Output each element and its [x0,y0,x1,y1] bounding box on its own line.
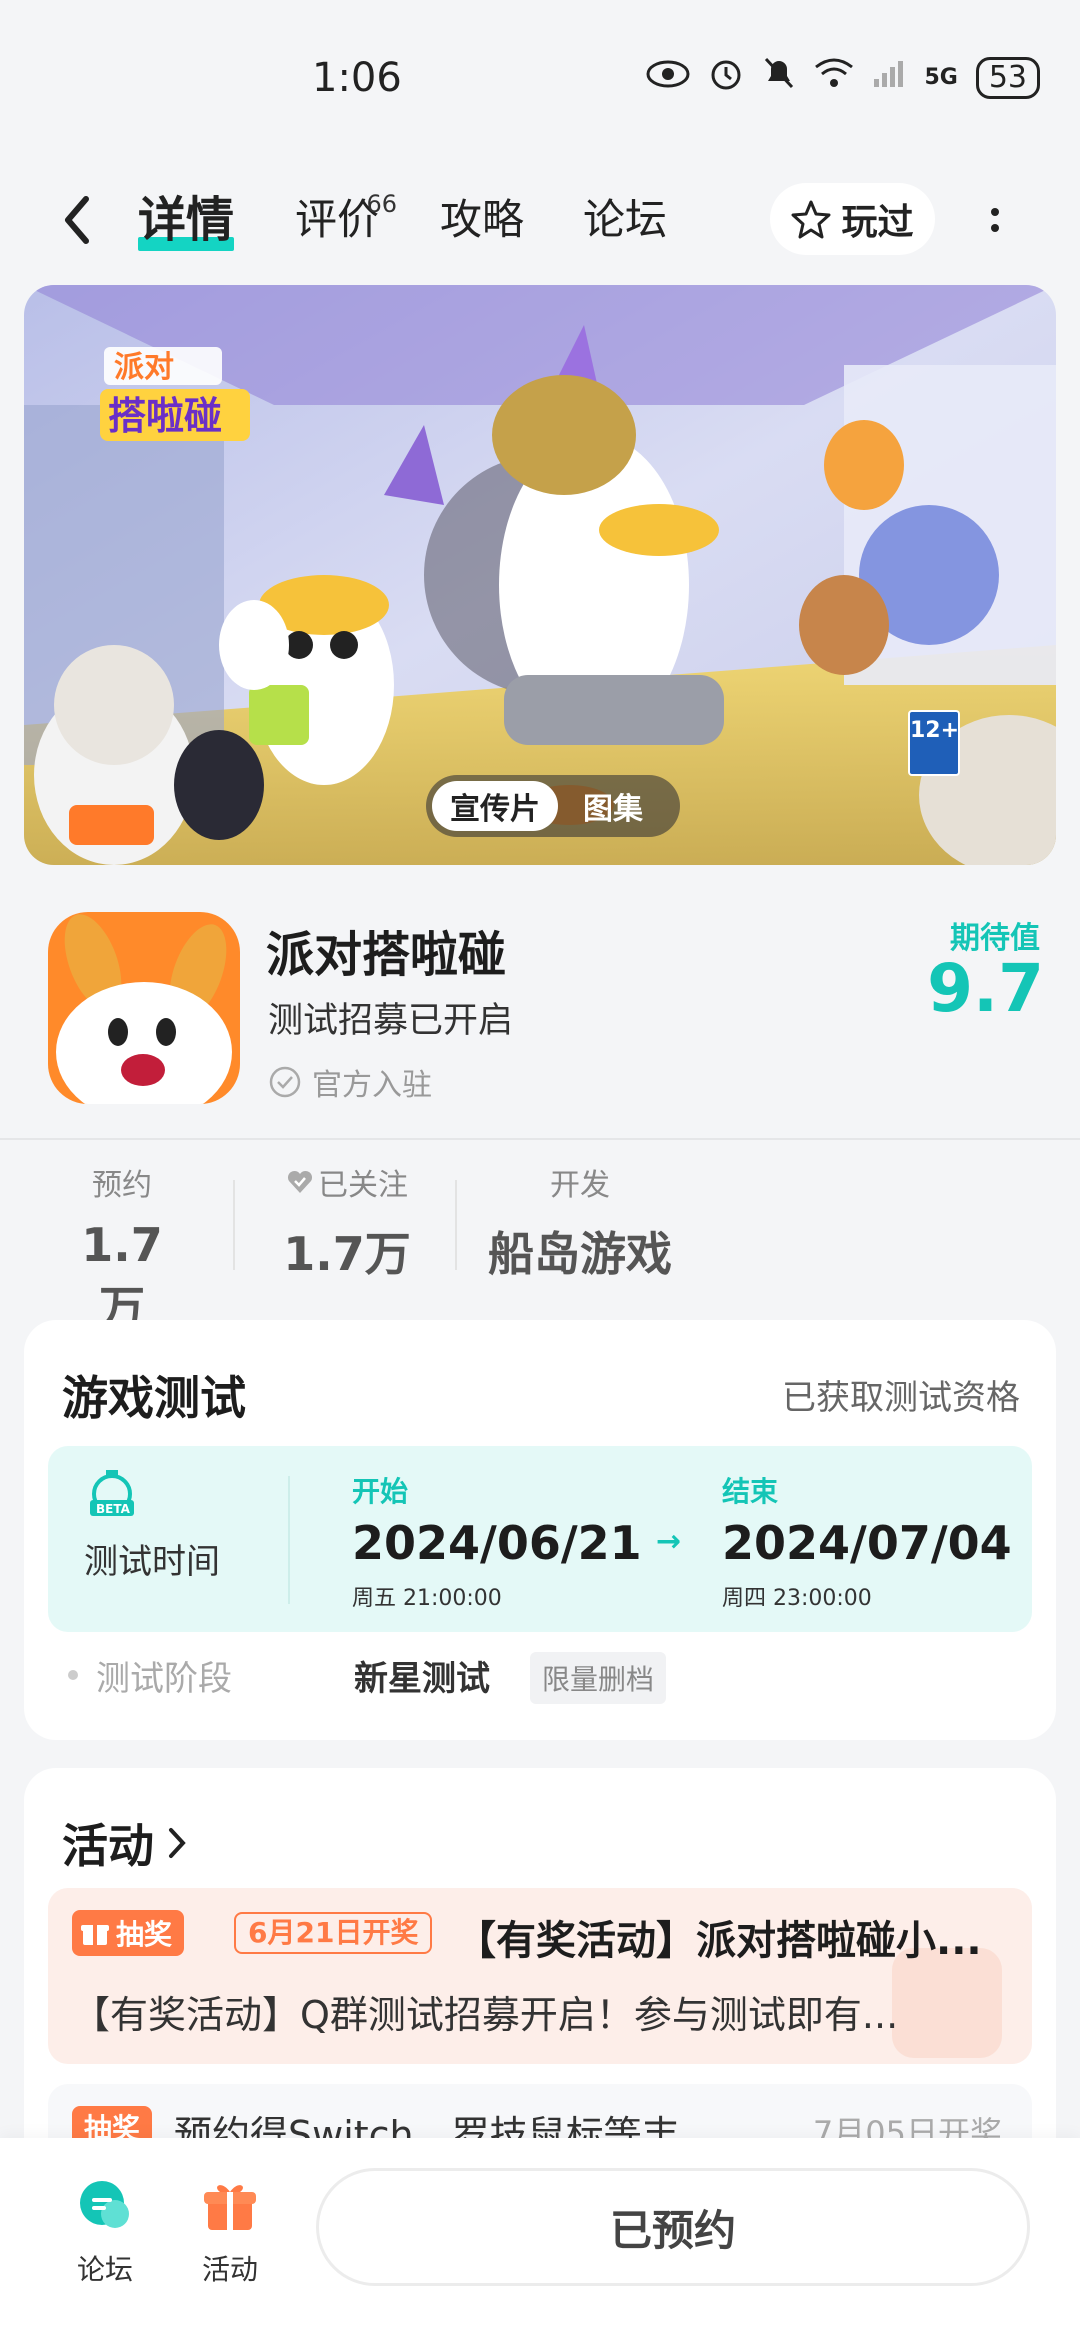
stat-followers[interactable]: 已关注 1.7万 [282,1160,412,1284]
start-time: 周五 21:00:00 [352,1586,502,1611]
tab-guides[interactable]: 攻略 [440,185,524,255]
media-toggle: 宣传片 图集 [426,775,680,837]
app-icon [48,912,240,1104]
official-label: 官方入驻 [312,1068,432,1103]
stat-divider [233,1180,235,1270]
game-title: 派对搭啦碰 [266,927,507,983]
test-end: 结束 2024/07/04 周四 23:00:00 [722,1470,1012,1612]
signal-5g-icon: 5G [924,65,957,90]
tab-forum[interactable]: 论坛 [583,185,667,255]
toggle-video[interactable]: 宣传片 [432,781,558,831]
lottery-tag: 抽奖 [72,1910,185,1956]
played-button-label: 玩过 [841,202,914,243]
logo-text-bottom: 搭啦碰 [108,394,222,438]
reserved-button[interactable]: 已预约 [316,2168,1030,2286]
expectation-score: 9.7 [927,950,1044,1027]
game-test-card: 游戏测试 已获取测试资格 BETA 测试时间 开始 2024/06/21 周五 … [24,1320,1056,1740]
end-date: 2024/07/04 [722,1516,1012,1570]
bottom-action-bar: 论坛 活动 已预约 [0,2138,1080,2340]
more-dot-icon [991,208,999,216]
back-button[interactable] [52,185,102,255]
check-circle-icon [269,1066,301,1098]
test-time-label: 测试时间 [84,1542,220,1582]
stat-developer[interactable]: 开发 船岛游戏 [480,1160,680,1284]
stat-label: 预约 [92,1168,152,1203]
activity-description: 【有奖活动】Q群测试招募开启！参与测试即有... [72,1993,899,2037]
stage-tag: 限量删档 [530,1652,667,1704]
stat-label-text: 已关注 [318,1168,408,1203]
status-time: 1:06 [312,55,402,101]
logo-text-top: 派对 [114,350,174,385]
reviews-count-badge: 66 [366,190,398,218]
star-icon [791,200,831,239]
more-menu-button[interactable] [975,185,1015,255]
signal-weak-icon [872,57,906,98]
end-tag: 结束 [722,1475,779,1508]
app-icon-artwork [48,912,240,1104]
tab-guides-label: 攻略 [440,195,525,244]
time-divider [288,1476,290,1604]
forum-label: 论坛 [76,2253,133,2286]
top-nav: 详情 评价 66 攻略 论坛 玩过 [0,165,1080,275]
wifi-icon [814,57,854,98]
heart-check-icon [287,1170,313,1193]
game-subtitle: 测试招募已开启 [268,1001,514,1041]
stat-value: 1.7万 [283,1227,411,1281]
activity-headline: 【有奖活动】派对搭啦碰小... [456,1918,982,1964]
toggle-gallery[interactable]: 图集 [558,781,668,831]
eye-icon [646,58,690,98]
bullet-icon [68,1670,78,1680]
section-divider [0,1138,1080,1140]
beta-icon-text: BETA [96,1502,131,1516]
draw-date-tag: 6月21日开奖 [234,1912,433,1954]
more-dot-icon [991,224,999,232]
game-info: 派对搭啦碰 测试招募已开启 官方入驻 期待值 9.7 [0,880,1080,1130]
activity-title-label: 活动 [62,1819,154,1873]
tab-reviews[interactable]: 评价 66 [295,185,397,255]
status-bar: 1:06 5G 53 [0,0,1080,150]
beta-timer-icon: BETA [88,1468,136,1524]
arrow-right-icon: → [656,1524,682,1559]
stat-reservations: 预约 1.7万 [62,1160,182,1338]
stage-label: 测试阶段 [96,1658,232,1699]
card-title: 游戏测试 [62,1371,246,1425]
activity-title[interactable]: 活动 [62,1810,188,1876]
media-banner[interactable]: 派对 搭啦碰 12+ 宣传片 图集 [24,285,1056,865]
start-tag: 开始 [352,1475,409,1508]
stat-value: 船岛游戏 [488,1227,672,1281]
test-qualification-status[interactable]: 已获取测试资格 [782,1370,1020,1419]
test-stage-row: 测试阶段 新星测试 限量删档 [68,1650,1028,1704]
played-button[interactable]: 玩过 [770,183,935,255]
stat-label: 已关注 [282,1160,412,1204]
lottery-tag-label: 抽奖 [116,1918,173,1951]
gift-box-icon [204,2185,256,2230]
age-rating-badge: 12+ [908,710,960,776]
status-icons: 5G 53 [646,55,1040,100]
end-time: 周四 23:00:00 [722,1586,872,1611]
back-arrow-icon [65,196,89,244]
chevron-right-icon [169,1828,186,1858]
bottom-forum-button[interactable]: 论坛 [55,2176,155,2288]
test-time-box: BETA 测试时间 开始 2024/06/21 周五 21:00:00 → 结束… [48,1446,1032,1632]
stats-row: 预约 1.7万 已关注 1.7万 开发 船岛游戏 [0,1160,1080,1335]
tab-details[interactable]: 详情 [138,185,235,255]
stage-value: 新星测试 [354,1658,490,1699]
alarm-icon [708,55,744,100]
tab-details-label: 详情 [138,192,235,248]
stat-divider [455,1180,457,1270]
start-date: 2024/06/21 [352,1516,642,1570]
battery-icon: 53 [975,56,1040,99]
tab-forum-label: 论坛 [583,195,668,244]
forum-chat-icon [80,2181,129,2228]
stat-label: 开发 [550,1168,610,1203]
test-start: 开始 2024/06/21 周五 21:00:00 [352,1470,642,1612]
activity-label: 活动 [201,2253,258,2286]
network-type: 5G [924,65,958,90]
gift-icon [81,1925,109,1945]
official-badge: 官方入驻 [268,1060,432,1104]
bottom-activity-button[interactable]: 活动 [180,2176,280,2288]
activity-item[interactable]: 抽奖 6月21日开奖 【有奖活动】派对搭啦碰小... 【有奖活动】Q群测试招募开… [48,1888,1032,2064]
mute-icon [762,55,796,100]
